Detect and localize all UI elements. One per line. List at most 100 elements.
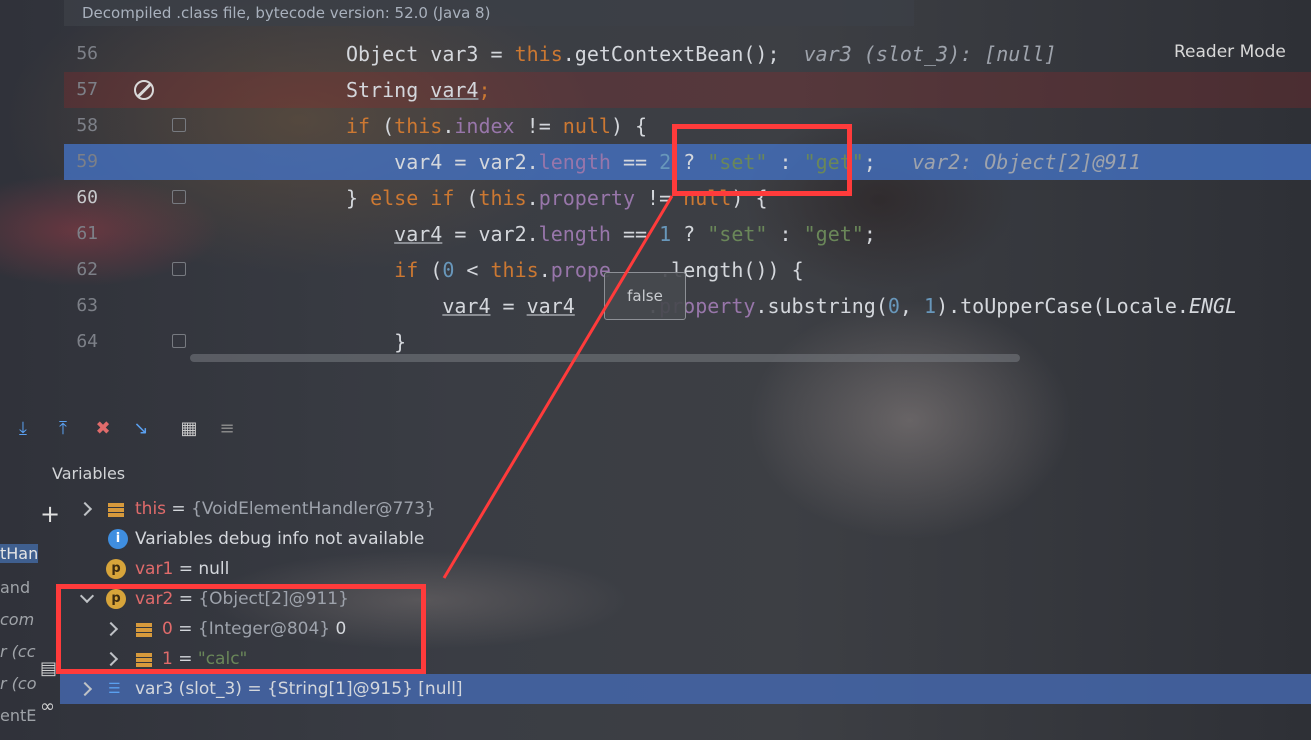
field-icon	[108, 501, 124, 517]
code-token: ;	[863, 150, 912, 174]
expand-arrow-icon[interactable]	[77, 501, 93, 517]
code-token: this	[478, 186, 527, 210]
variable-value: null	[198, 559, 230, 579]
code-token: :	[767, 222, 804, 246]
code-token: length	[538, 150, 611, 174]
line-number: 57	[76, 79, 98, 100]
code-token: this	[394, 114, 443, 138]
code-editor[interactable]: 56 Object var3 = this.getContextBean(); …	[64, 36, 1311, 364]
reader-mode-link[interactable]: Reader Mode	[1174, 42, 1286, 62]
variable-row-selected[interactable]: ☰ var3 (slot_3) = {String[1]@915} [null]	[60, 674, 1311, 704]
trace-icon[interactable]: ≡	[214, 416, 240, 442]
frame-item[interactable]: entE	[0, 706, 36, 725]
decompiled-banner: Decompiled .class file, bytecode version…	[64, 0, 914, 26]
code-token: var2: Object[2]@911	[911, 150, 1141, 174]
code-text: if (0 < this.prope .length()) {	[346, 252, 803, 288]
code-token: var4	[430, 78, 479, 102]
array-icon: ☰	[108, 681, 121, 697]
code-token: var4	[526, 294, 575, 318]
add-watch-icon[interactable]: +	[40, 500, 60, 528]
frame-item[interactable]: and	[0, 578, 30, 597]
fold-icon[interactable]	[172, 262, 186, 276]
code-token: ).toUpperCase(Locale.	[936, 294, 1189, 318]
code-token: property	[538, 186, 636, 210]
drop-frame-icon[interactable]: ✖	[90, 416, 116, 442]
equals-sign: =	[241, 679, 267, 699]
code-token: String	[346, 78, 431, 102]
variable-row[interactable]: p var1 = null	[60, 554, 1311, 584]
code-token: Object var3 =	[346, 42, 515, 66]
code-token: }	[346, 330, 407, 354]
variable-value: {String[1]@915}	[266, 679, 413, 699]
layout-icon[interactable]: ▤	[40, 658, 57, 679]
expand-arrow-icon[interactable]	[77, 681, 93, 697]
code-token: (	[430, 258, 443, 282]
code-text: var4 = var4 .property.substring(0, 1).to…	[346, 288, 1237, 324]
equals-sign: =	[166, 499, 192, 519]
code-token: ;	[863, 222, 876, 246]
code-token: this	[514, 42, 563, 66]
evaluation-tooltip: false	[604, 272, 686, 320]
code-token: 0	[887, 294, 900, 318]
code-token: 1	[924, 294, 937, 318]
code-token: if	[346, 114, 383, 138]
line-number: 59	[76, 151, 98, 172]
disabled-breakpoint-icon[interactable]	[134, 80, 154, 100]
code-token: else if	[370, 186, 467, 210]
horizontal-scrollbar[interactable]	[190, 354, 1020, 362]
fold-icon[interactable]	[172, 190, 186, 204]
line-number: 64	[76, 331, 98, 352]
code-token: index	[454, 114, 515, 138]
code-line-breakpoint[interactable]: 57 String var4;	[64, 72, 1311, 108]
code-token: }	[346, 186, 371, 210]
code-line[interactable]: 62 if (0 < this.prope .length()) {	[64, 252, 1311, 288]
equals-sign: =	[173, 559, 199, 579]
annotation-box-code	[672, 124, 852, 196]
frame-item[interactable]: com	[0, 610, 34, 629]
frame-item[interactable]: r (co	[0, 674, 37, 693]
line-number: 61	[76, 223, 98, 244]
code-token: ==	[610, 222, 660, 246]
annotation-box-variables	[56, 584, 426, 674]
code-line[interactable]: 63 var4 = var4 .property.substring(0, 1)…	[64, 288, 1311, 324]
code-text: Object var3 = this.getContextBean(); var…	[346, 36, 1056, 72]
step-out-icon[interactable]: ⤒	[50, 416, 76, 442]
code-token: ==	[610, 150, 660, 174]
code-token: = var2.	[442, 222, 539, 246]
variable-name: this	[135, 499, 167, 519]
code-token: ,	[899, 294, 925, 318]
watches-glasses-icon[interactable]: ∞	[40, 696, 55, 717]
evaluate-expression-icon[interactable]: ▦	[176, 416, 202, 442]
code-token: .substring(	[755, 294, 888, 318]
line-number: 62	[76, 259, 98, 280]
code-token: length	[538, 222, 611, 246]
variable-name: var1	[135, 559, 174, 579]
info-text: Variables debug info not available	[135, 529, 425, 549]
variable-row[interactable]: i Variables debug info not available	[60, 524, 1311, 554]
frame-item[interactable]: r (cc	[0, 642, 36, 661]
code-token: ?	[671, 222, 708, 246]
code-token: .getContextBean();	[562, 42, 804, 66]
code-token: var4	[394, 222, 443, 246]
code-token: .	[526, 186, 539, 210]
line-number: 63	[76, 295, 98, 316]
step-into-icon[interactable]: ⤓	[10, 416, 36, 442]
line-number: 56	[76, 43, 98, 64]
code-token: if	[394, 258, 431, 282]
variable-row[interactable]: this = {VoidElementHandler@773}	[60, 494, 1311, 524]
code-token: this	[490, 258, 539, 282]
code-line[interactable]: 56 Object var3 = this.getContextBean(); …	[64, 36, 1311, 72]
run-to-cursor-icon[interactable]: ↘	[128, 416, 154, 442]
code-token: (	[382, 114, 395, 138]
frame-item[interactable]: tHan	[0, 544, 39, 563]
fold-icon[interactable]	[172, 334, 186, 348]
fold-icon[interactable]	[172, 118, 186, 132]
code-line[interactable]: 61 var4 = var2.length == 1 ? "set" : "ge…	[64, 216, 1311, 252]
line-number: 60	[76, 187, 98, 208]
variables-title: Variables	[52, 464, 126, 483]
code-token: "get"	[803, 222, 864, 246]
code-token: 0	[442, 258, 455, 282]
code-token: .	[442, 114, 455, 138]
